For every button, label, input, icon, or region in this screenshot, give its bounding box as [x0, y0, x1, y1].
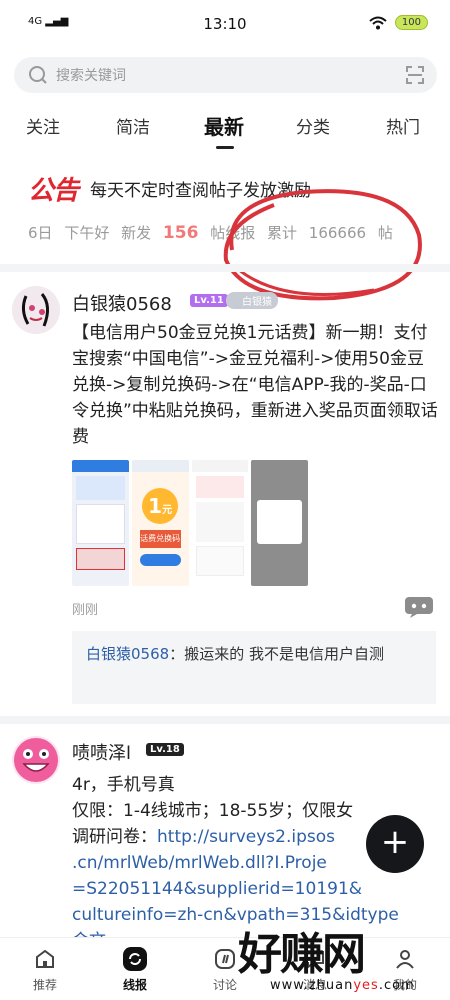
avatar[interactable]	[12, 286, 60, 334]
survey-link[interactable]: http://surveys2.ipsos	[157, 827, 335, 847]
post-image[interactable]: 1元 话费兑换码	[131, 460, 189, 586]
reply-box[interactable]: 白银猿0568：搬运来的 我不是电信用户自测	[72, 631, 436, 704]
stats-new-label: 新发	[121, 224, 152, 242]
avatar[interactable]	[12, 736, 60, 784]
tab-concise[interactable]: 简洁	[116, 113, 150, 138]
stats-new-count: 156	[162, 223, 199, 243]
home-icon	[36, 949, 54, 968]
level-badge: Lv.18	[146, 743, 184, 756]
reply-text: 搬运来的 我不是电信用户自测	[184, 645, 384, 663]
post-image[interactable]	[251, 460, 308, 586]
post-content[interactable]: 【电信用户50金豆兑换1元话费】新一期！支付宝搜索“中国电信”->金豆兑福利->…	[72, 320, 440, 450]
search-input[interactable]: 搜索关键词	[56, 65, 126, 85]
search-bar[interactable]: 搜索关键词	[14, 57, 437, 93]
tab-category[interactable]: 分类	[296, 113, 330, 138]
discuss-icon	[215, 949, 235, 969]
section-divider	[0, 264, 450, 272]
tab-hot[interactable]: 热门	[386, 113, 420, 138]
reply-username[interactable]: 白银猿0568	[86, 645, 169, 663]
battery-indicator: 100	[394, 15, 428, 30]
nav-deals[interactable]: 线报	[100, 946, 170, 993]
announcement-badge: 公告	[28, 176, 79, 206]
post-images[interactable]: 1元 话费兑换码	[72, 460, 308, 586]
search-icon	[29, 66, 47, 84]
refresh-icon	[123, 947, 147, 971]
stats-day: 6日	[28, 224, 53, 242]
tab-follow[interactable]: 关注	[26, 113, 60, 138]
rank-badge: 白银猿	[226, 292, 278, 309]
post-username[interactable]: 啧啧泽l	[72, 739, 131, 765]
post-image[interactable]	[72, 460, 129, 586]
status-bar: 4G ▂▄▆ 13:10 100	[0, 0, 450, 48]
new-post-button[interactable]: +	[366, 815, 424, 873]
comment-icon[interactable]	[404, 596, 434, 618]
active-tab-indicator	[216, 146, 234, 149]
stats-greeting: 下午好	[64, 224, 110, 242]
nav-recommend[interactable]: 推荐	[10, 946, 80, 993]
annotation-circle	[223, 189, 422, 301]
section-divider	[0, 716, 450, 724]
level-badge: Lv.11	[190, 294, 228, 307]
scan-icon[interactable]	[405, 65, 425, 85]
site-watermark: 好赚网 www.zhuanyes.com	[238, 929, 415, 993]
post-image[interactable]	[191, 460, 249, 586]
post-time: 刚刚	[72, 603, 99, 618]
tab-latest[interactable]: 最新	[204, 111, 244, 140]
wifi-icon	[369, 16, 387, 29]
post-username[interactable]: 白银猿0568	[72, 290, 172, 316]
